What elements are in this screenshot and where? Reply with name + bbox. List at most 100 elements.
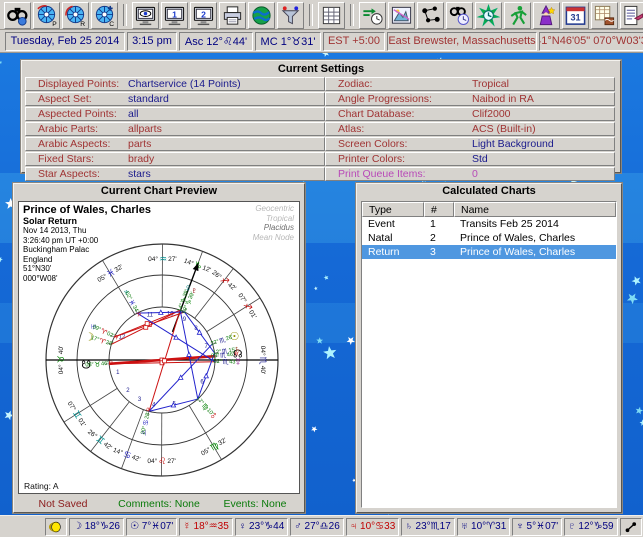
settings-left-column: Displayed Points:Chartservice (14 Points…: [25, 77, 325, 182]
svg-text:04°♌27': 04°♌27': [147, 456, 175, 466]
aspect-pattern-icon[interactable]: [417, 2, 444, 29]
svg-text:26°♐42': 26°♐42': [210, 268, 239, 293]
setting-row-left-3[interactable]: Arabic Parts: allparts: [25, 122, 325, 136]
column-header-type[interactable]: Type: [362, 202, 424, 217]
wheel-1-icon[interactable]: 1: [161, 2, 188, 29]
setting-row-right-4[interactable]: Screen Colors:Light Background: [325, 137, 615, 151]
setting-row-right-6[interactable]: Print Queue Items:0: [325, 167, 615, 181]
setting-label: Displayed Points:: [38, 78, 119, 90]
svg-text:26°♊42': 26°♊42': [86, 427, 115, 452]
svg-text:1: 1: [172, 9, 177, 19]
planet-position-box: ☿ 18°♒35: [179, 518, 233, 536]
svg-text:08°♉46'R: 08°♉46'R: [85, 360, 113, 369]
status-midheaven: MC 1°♉31': [255, 32, 321, 51]
planet-position-box: ♇ 12°♑59: [564, 518, 618, 536]
cell: Prince of Wales, Charles: [454, 245, 616, 259]
status-location: East Brewster, Massachusetts: [387, 32, 537, 51]
setting-value: Std: [472, 153, 488, 165]
planet-position-box: ♂ 27°♎26: [290, 518, 344, 536]
chart-info-line: 3:26:40 pm UT +0:00: [23, 236, 151, 246]
planet-position-box: ♃ 10°♋33: [346, 518, 400, 536]
chart-preview-area[interactable]: 04°♉40'07°♊01'26°♊42'14°♋42'04°♌27'05°♍3…: [18, 201, 300, 494]
status-timezone: EST +5:00: [323, 32, 385, 51]
calculated-charts-title: Calculated Charts: [357, 184, 621, 199]
setting-row-right-3[interactable]: Atlas:ACS (Built-in): [325, 122, 615, 136]
status-time: 3:15 pm: [127, 32, 177, 51]
chart-list-row[interactable]: Event1Transits Feb 25 2014: [362, 217, 616, 231]
composite-wheel-icon[interactable]: C: [91, 2, 118, 29]
animation-icon[interactable]: [504, 2, 531, 29]
svg-text:04°♒27': 04°♒27': [148, 254, 176, 264]
planet-position-box: ♄ 23°♏17: [401, 518, 455, 536]
chart-info-line: Prince of Wales, Charles: [23, 204, 151, 216]
toolbar-separator: [350, 4, 354, 26]
svg-text:05°♍32': 05°♍32': [199, 435, 229, 458]
atlas-globe-icon[interactable]: [248, 2, 275, 29]
setting-row-left-2[interactable]: Aspected Points: all: [25, 107, 325, 121]
setting-row-left-6[interactable]: Star Aspects:stars: [25, 167, 325, 181]
return-wheel-icon[interactable]: R: [62, 2, 89, 29]
setting-label: Aspected Points:: [38, 108, 117, 120]
preview-panel-title: Current Chart Preview: [14, 184, 304, 199]
wizard-icon[interactable]: [533, 2, 560, 29]
view-chart-icon[interactable]: [132, 2, 159, 29]
setting-value: Clif2000: [472, 108, 511, 120]
svg-text:02°♓34'R: 02°♓34'R: [123, 290, 143, 318]
svg-text:04°♏40': 04°♏40': [258, 346, 268, 374]
cell: Event: [362, 217, 424, 231]
svg-text:14°♋42': 14°♋42': [112, 445, 142, 464]
svg-text:22°♏26': 22°♏26': [210, 334, 234, 348]
planet-position-box: ♆ 5°♓07': [512, 518, 562, 536]
setting-row-left-5[interactable]: Fixed Stars:brady: [25, 152, 325, 166]
svg-text:3: 3: [138, 397, 142, 403]
column-header-num[interactable]: #: [424, 202, 454, 217]
wheel-2-icon[interactable]: 2: [190, 2, 217, 29]
setting-row-right-1[interactable]: Angle Progressions:Naibod in RA: [325, 92, 615, 106]
transit-arrows-icon[interactable]: [359, 2, 386, 29]
find-chart-icon[interactable]: [4, 2, 31, 29]
setting-value: Naibod in RA: [472, 93, 534, 105]
filter-icon[interactable]: [277, 2, 304, 29]
svg-text:2: 2: [126, 388, 130, 394]
setting-label: Zodiac:: [338, 78, 372, 90]
setting-label: Arabic Parts:: [38, 123, 98, 135]
cell: Prince of Wales, Charles: [454, 231, 616, 245]
birthday-calendar-icon[interactable]: [591, 2, 618, 29]
chart-art-icon[interactable]: [388, 2, 415, 29]
setting-value: allparts: [128, 123, 162, 135]
aspect-link-icon: [620, 518, 642, 536]
setting-row-left-0[interactable]: Displayed Points:Chartservice (14 Points…: [25, 77, 325, 91]
setting-row-right-0[interactable]: Zodiac: Tropical: [325, 77, 615, 91]
chart-now-icon[interactable]: [475, 2, 502, 29]
chart-list-row[interactable]: Return3Prince of Wales, Charles: [362, 245, 616, 259]
setting-row-right-2[interactable]: Chart Database:Clif2000: [325, 107, 615, 121]
cell: 3: [424, 245, 454, 259]
setting-value: all: [128, 108, 139, 120]
calculated-charts-list[interactable]: Type#Name Event1Transits Feb 25 2014Nata…: [361, 201, 617, 508]
time-search-icon[interactable]: [446, 2, 473, 29]
data-table-icon[interactable]: [318, 2, 345, 29]
setting-row-left-4[interactable]: Arabic Aspects:parts: [25, 137, 325, 151]
svg-text:2: 2: [201, 9, 206, 19]
print-icon[interactable]: [219, 2, 246, 29]
setting-label: Fixed Stars:: [38, 153, 94, 165]
column-header-name[interactable]: Name: [454, 202, 616, 217]
setting-value: Light Background: [472, 138, 554, 150]
progressed-wheel-icon[interactable]: P: [33, 2, 60, 29]
setting-label: Atlas:: [338, 123, 364, 135]
cell: Return: [362, 245, 424, 259]
settings-panel-title: Current Settings: [25, 62, 617, 77]
setting-row-left-1[interactable]: Aspect Set:standard: [25, 92, 325, 106]
report-list-icon[interactable]: [620, 2, 643, 29]
status-coordinates: 41°N46'05" 070°W03'37": [539, 32, 643, 51]
setting-value: Tropical: [472, 78, 509, 90]
chart-list-row[interactable]: Natal2Prince of Wales, Charles: [362, 231, 616, 245]
events-status: Events: None: [207, 498, 303, 510]
astrology-app-window: { "toolbar": { "icons": ["find-chart-ico…: [0, 0, 643, 537]
status-row: Tuesday, Feb 25 20143:15 pmAsc 12°♌44'MC…: [0, 30, 643, 53]
setting-value: stars: [128, 168, 151, 180]
svg-text:04°♉40': 04°♉40': [56, 346, 66, 374]
setting-row-right-5[interactable]: Printer Colors:Std: [325, 152, 615, 166]
chart-preview-panel[interactable]: Current Chart Preview 04°♉40'07°♊01'26°♊…: [13, 183, 305, 513]
calendar-31-icon[interactable]: 31: [562, 2, 589, 29]
